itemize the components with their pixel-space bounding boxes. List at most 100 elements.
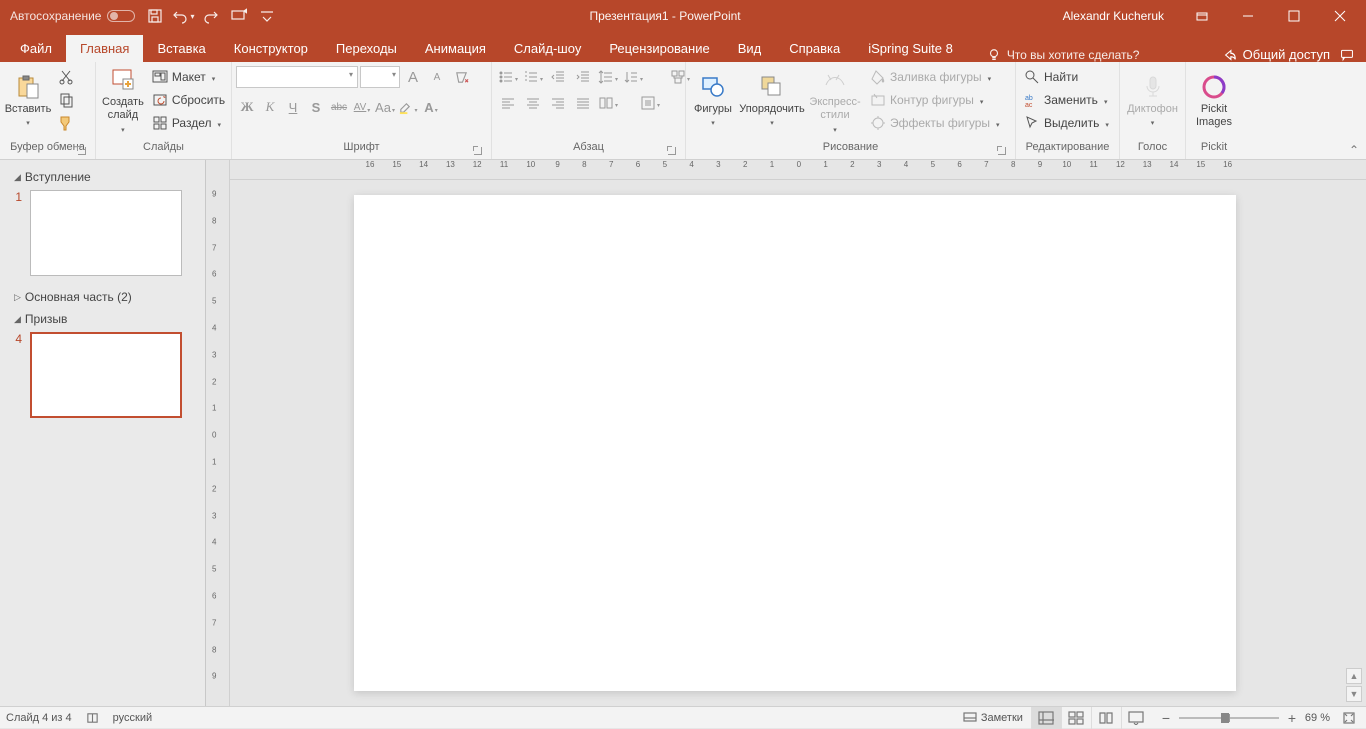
paragraph-dialog-icon[interactable] bbox=[667, 146, 677, 156]
share-button[interactable]: Общий доступ bbox=[1223, 47, 1330, 62]
maximize-icon[interactable] bbox=[1272, 0, 1316, 32]
slide-thumb-1[interactable] bbox=[30, 190, 182, 276]
shapes-button[interactable]: Фигуры bbox=[690, 64, 736, 138]
redo-icon[interactable] bbox=[199, 4, 223, 28]
prev-slide-button[interactable]: ▲ bbox=[1346, 668, 1362, 684]
tab-transitions[interactable]: Переходы bbox=[322, 35, 411, 62]
spellcheck-button[interactable] bbox=[86, 711, 99, 724]
svg-text:ab: ab bbox=[1025, 95, 1033, 102]
grow-font-button[interactable]: A bbox=[402, 66, 424, 88]
tab-help[interactable]: Справка bbox=[775, 35, 854, 62]
new-slide-button[interactable]: Создать слайд bbox=[100, 64, 146, 138]
collapse-ribbon-button[interactable] bbox=[1344, 143, 1364, 157]
ribbon-tabs: Файл Главная Вставка Конструктор Переход… bbox=[0, 32, 1366, 62]
tab-slideshow[interactable]: Слайд-шоу bbox=[500, 35, 595, 62]
tab-file[interactable]: Файл bbox=[6, 35, 66, 62]
section-header-1[interactable]: ◢Вступление bbox=[10, 166, 195, 188]
arrange-button[interactable]: Упорядочить bbox=[738, 64, 806, 138]
tab-design[interactable]: Конструктор bbox=[220, 35, 322, 62]
indent-button[interactable] bbox=[571, 66, 595, 88]
tab-review[interactable]: Рецензирование bbox=[595, 35, 723, 62]
quick-styles-icon bbox=[822, 67, 848, 93]
group-pickit-label: Pickit bbox=[1190, 141, 1238, 159]
bold-button[interactable]: Ж bbox=[236, 96, 258, 118]
select-button[interactable]: Выделить bbox=[1020, 112, 1113, 134]
fill-icon bbox=[870, 69, 886, 85]
layout-button[interactable]: Макет bbox=[148, 66, 229, 88]
find-button[interactable]: Найти bbox=[1020, 66, 1113, 88]
language-button[interactable]: русский bbox=[113, 712, 152, 724]
slide-counter[interactable]: Слайд 4 из 4 bbox=[6, 712, 72, 724]
tab-insert[interactable]: Вставка bbox=[143, 35, 219, 62]
sorter-view-button[interactable] bbox=[1061, 707, 1091, 729]
bullets-button[interactable] bbox=[496, 66, 520, 88]
format-painter-button[interactable] bbox=[54, 112, 78, 134]
align-right-button[interactable] bbox=[546, 92, 570, 114]
underline-button[interactable]: Ч bbox=[282, 96, 304, 118]
slideshow-view-button[interactable] bbox=[1121, 707, 1151, 729]
save-icon[interactable] bbox=[143, 4, 167, 28]
char-spacing-button[interactable]: AV bbox=[351, 96, 373, 118]
fit-to-window-button[interactable] bbox=[1338, 707, 1360, 729]
ribbon-display-icon[interactable] bbox=[1180, 0, 1224, 32]
tab-home[interactable]: Главная bbox=[66, 35, 143, 62]
slide-canvas-area[interactable]: ▲ ▼ bbox=[230, 180, 1366, 706]
minimize-icon[interactable] bbox=[1226, 0, 1270, 32]
tab-view[interactable]: Вид bbox=[724, 35, 776, 62]
section-button[interactable]: Раздел bbox=[148, 112, 229, 134]
comments-icon[interactable] bbox=[1340, 48, 1354, 62]
highlight-button[interactable] bbox=[397, 96, 419, 118]
drawing-dialog-icon[interactable] bbox=[997, 146, 1007, 156]
line-spacing-button[interactable] bbox=[596, 66, 620, 88]
zoom-slider[interactable] bbox=[1179, 717, 1279, 719]
copy-button[interactable] bbox=[54, 89, 78, 111]
zoom-level[interactable]: 69 % bbox=[1305, 712, 1330, 724]
horizontal-ruler: 1615141312111098765432101234567891011121… bbox=[230, 160, 1366, 180]
font-name-select[interactable] bbox=[236, 66, 358, 88]
next-slide-button[interactable]: ▼ bbox=[1346, 686, 1362, 702]
normal-view-button[interactable] bbox=[1031, 707, 1061, 729]
reading-view-button[interactable] bbox=[1091, 707, 1121, 729]
group-clipboard-label: Буфер обмена bbox=[4, 141, 91, 159]
zoom-in-button[interactable]: + bbox=[1285, 711, 1299, 725]
shrink-font-button[interactable]: A bbox=[426, 66, 448, 88]
section-header-2[interactable]: ▷Основная часть (2) bbox=[10, 286, 195, 308]
reset-button[interactable]: Сбросить bbox=[148, 89, 229, 111]
tell-me-search[interactable]: Что вы хотите сделать? bbox=[987, 48, 1140, 62]
outdent-button[interactable] bbox=[546, 66, 570, 88]
align-text-button[interactable] bbox=[638, 92, 662, 114]
italic-button[interactable]: К bbox=[259, 96, 281, 118]
case-button[interactable]: Aa bbox=[374, 96, 396, 118]
tab-animations[interactable]: Анимация bbox=[411, 35, 500, 62]
qat-more-icon[interactable] bbox=[255, 4, 279, 28]
close-icon[interactable] bbox=[1318, 0, 1362, 32]
svg-text:ac: ac bbox=[1025, 102, 1033, 108]
from-beginning-icon[interactable] bbox=[227, 4, 251, 28]
zoom-out-button[interactable]: − bbox=[1159, 711, 1173, 725]
username[interactable]: Alexandr Kucheruk bbox=[1049, 9, 1178, 23]
cut-button[interactable] bbox=[54, 66, 78, 88]
replace-button[interactable]: abacЗаменить bbox=[1020, 89, 1113, 111]
text-direction-button[interactable] bbox=[621, 66, 645, 88]
paste-button[interactable]: Вставить bbox=[4, 64, 52, 138]
columns-button[interactable] bbox=[596, 92, 620, 114]
font-color-button[interactable]: A bbox=[420, 96, 442, 118]
font-dialog-icon[interactable] bbox=[473, 146, 483, 156]
shadow-button[interactable]: S bbox=[305, 96, 327, 118]
align-left-button[interactable] bbox=[496, 92, 520, 114]
strike-button[interactable]: abc bbox=[328, 96, 350, 118]
align-center-button[interactable] bbox=[521, 92, 545, 114]
undo-icon[interactable] bbox=[171, 4, 195, 28]
clear-format-button[interactable] bbox=[450, 66, 472, 88]
tab-ispring[interactable]: iSpring Suite 8 bbox=[854, 35, 967, 62]
notes-toggle[interactable]: Заметки bbox=[955, 712, 1031, 724]
pickit-button[interactable]: Pickit Images bbox=[1190, 64, 1238, 138]
section-header-3[interactable]: ◢Призыв bbox=[10, 308, 195, 330]
font-size-select[interactable] bbox=[360, 66, 400, 88]
slide[interactable] bbox=[354, 195, 1236, 691]
autosave-toggle[interactable]: Автосохранение bbox=[6, 9, 139, 23]
slide-thumb-4[interactable] bbox=[30, 332, 182, 418]
clipboard-dialog-icon[interactable] bbox=[77, 146, 87, 156]
justify-button[interactable] bbox=[571, 92, 595, 114]
numbering-button[interactable] bbox=[521, 66, 545, 88]
